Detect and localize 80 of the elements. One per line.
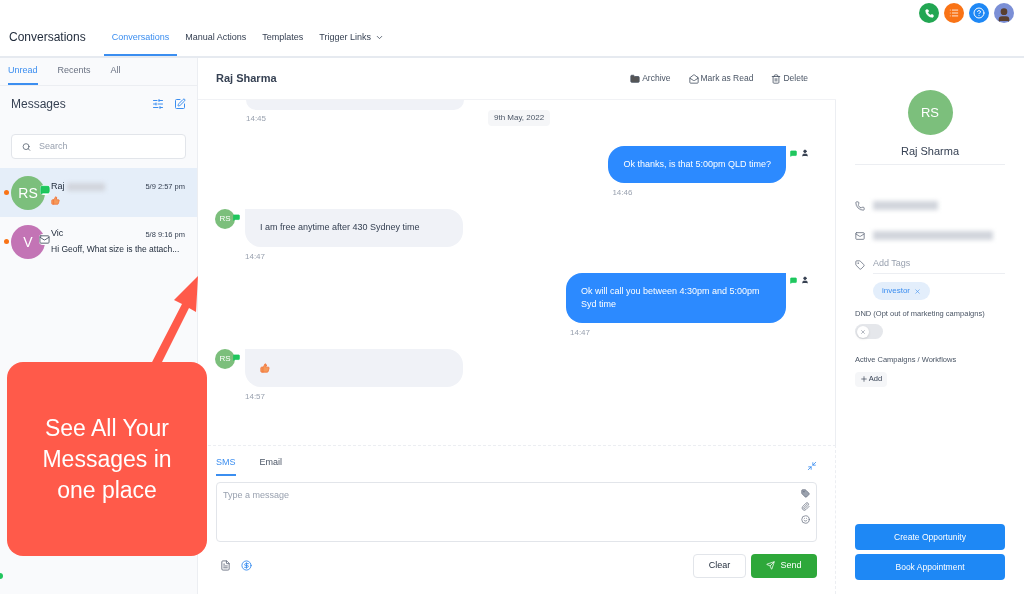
nav-tab[interactable]: Trigger Links bbox=[311, 30, 392, 56]
message-text: Ok will call you between 4:30pm and 5:00pm Syd time bbox=[581, 286, 760, 309]
chat-title: Raj Sharma bbox=[216, 71, 277, 87]
plus-icon bbox=[859, 375, 868, 383]
avatar: V bbox=[11, 224, 45, 259]
contact-name: Vic bbox=[51, 227, 64, 241]
sms-icon bbox=[233, 214, 240, 221]
email-icon bbox=[39, 233, 50, 245]
list-icon bbox=[949, 8, 959, 18]
dollar-icon[interactable] bbox=[241, 560, 252, 571]
message-textarea[interactable]: Type a message bbox=[223, 488, 801, 535]
avatar: RS bbox=[11, 175, 45, 210]
search-input[interactable]: Search bbox=[38, 139, 175, 154]
filter-tab[interactable]: All bbox=[110, 63, 121, 85]
date-separator: 9th May, 2022 bbox=[488, 110, 551, 126]
tag-icon bbox=[855, 260, 865, 271]
sms-icon bbox=[790, 277, 797, 284]
phone-icon bbox=[924, 8, 934, 18]
emoji-icon[interactable] bbox=[801, 514, 810, 524]
message-time: 14:57 bbox=[245, 391, 267, 403]
send-icon bbox=[766, 561, 776, 570]
tag-icon[interactable] bbox=[801, 488, 810, 498]
action-button[interactable]: Mark as Read bbox=[688, 72, 754, 85]
message-input[interactable]: Type a message bbox=[216, 481, 817, 542]
channel-tab[interactable]: Email bbox=[259, 456, 283, 476]
person-icon bbox=[996, 7, 1012, 23]
redacted-phone bbox=[873, 201, 938, 210]
user-icon bbox=[801, 149, 809, 157]
filter-tab[interactable]: Recents bbox=[57, 63, 91, 85]
message-time: 14:47 bbox=[570, 327, 591, 339]
open-envelope-icon bbox=[688, 73, 699, 84]
compose-icon[interactable] bbox=[174, 98, 186, 110]
list-button[interactable] bbox=[944, 3, 964, 23]
dnd-toggle[interactable] bbox=[855, 324, 883, 340]
search-icon bbox=[22, 141, 31, 152]
collapse-icon[interactable] bbox=[807, 460, 817, 471]
message-text: I am free anytime after 430 Sydney time bbox=[260, 221, 420, 235]
phone-button[interactable] bbox=[919, 3, 939, 23]
help-button[interactable] bbox=[969, 3, 989, 23]
nav-tab[interactable]: Templates bbox=[254, 30, 312, 56]
avatar: RS bbox=[215, 349, 235, 369]
tags-field[interactable]: Add Tags bbox=[873, 256, 1005, 274]
message-time: 14:45 bbox=[246, 113, 267, 125]
contact-name: Raj Sharma bbox=[855, 143, 1005, 165]
remove-icon bbox=[914, 287, 921, 295]
phone-icon bbox=[855, 200, 865, 211]
folder-icon bbox=[630, 73, 641, 84]
delete-icon bbox=[771, 73, 782, 84]
nav-tab[interactable]: Conversations bbox=[103, 30, 178, 56]
contact-avatar: RS bbox=[907, 90, 953, 135]
nav-tab[interactable]: Manual Actions bbox=[177, 30, 255, 56]
message-time: 14:47 bbox=[245, 251, 267, 263]
profile-avatar[interactable] bbox=[994, 3, 1014, 23]
sms-icon bbox=[790, 150, 797, 157]
page-title: Conversations bbox=[9, 29, 86, 46]
thumbs-up-icon bbox=[260, 363, 270, 373]
email-icon bbox=[855, 230, 865, 241]
contact-name: Raj bbox=[51, 180, 65, 194]
close-icon bbox=[860, 328, 866, 335]
message-preview: Hi Geoff, What size is the attach... bbox=[51, 242, 181, 256]
message-time: 14:46 bbox=[612, 187, 633, 199]
thumbs-up-icon bbox=[51, 195, 60, 205]
user-icon bbox=[801, 276, 809, 284]
action-button[interactable]: Delete bbox=[771, 72, 808, 85]
channel-tab[interactable]: SMS bbox=[216, 456, 236, 476]
avatar: RS bbox=[215, 209, 235, 229]
action-button[interactable]: Archive bbox=[630, 72, 671, 85]
messages-heading: Messages bbox=[11, 96, 66, 113]
help-icon bbox=[973, 7, 985, 19]
clear-button[interactable]: Clear bbox=[693, 553, 746, 578]
attachment-icon[interactable] bbox=[801, 501, 810, 511]
search-field[interactable]: Search bbox=[11, 134, 186, 159]
filter-icon[interactable] bbox=[152, 98, 164, 110]
document-icon[interactable] bbox=[220, 560, 231, 571]
sms-icon bbox=[40, 184, 50, 195]
action-button[interactable]: Create Opportunity bbox=[855, 524, 1005, 550]
sms-icon bbox=[233, 354, 240, 361]
action-button[interactable]: Book Appointment bbox=[855, 554, 1005, 580]
callout-text: See All Your Messages in one place bbox=[41, 413, 173, 505]
message-text: Ok thanks, is that 5:00pm QLD time? bbox=[623, 159, 771, 169]
